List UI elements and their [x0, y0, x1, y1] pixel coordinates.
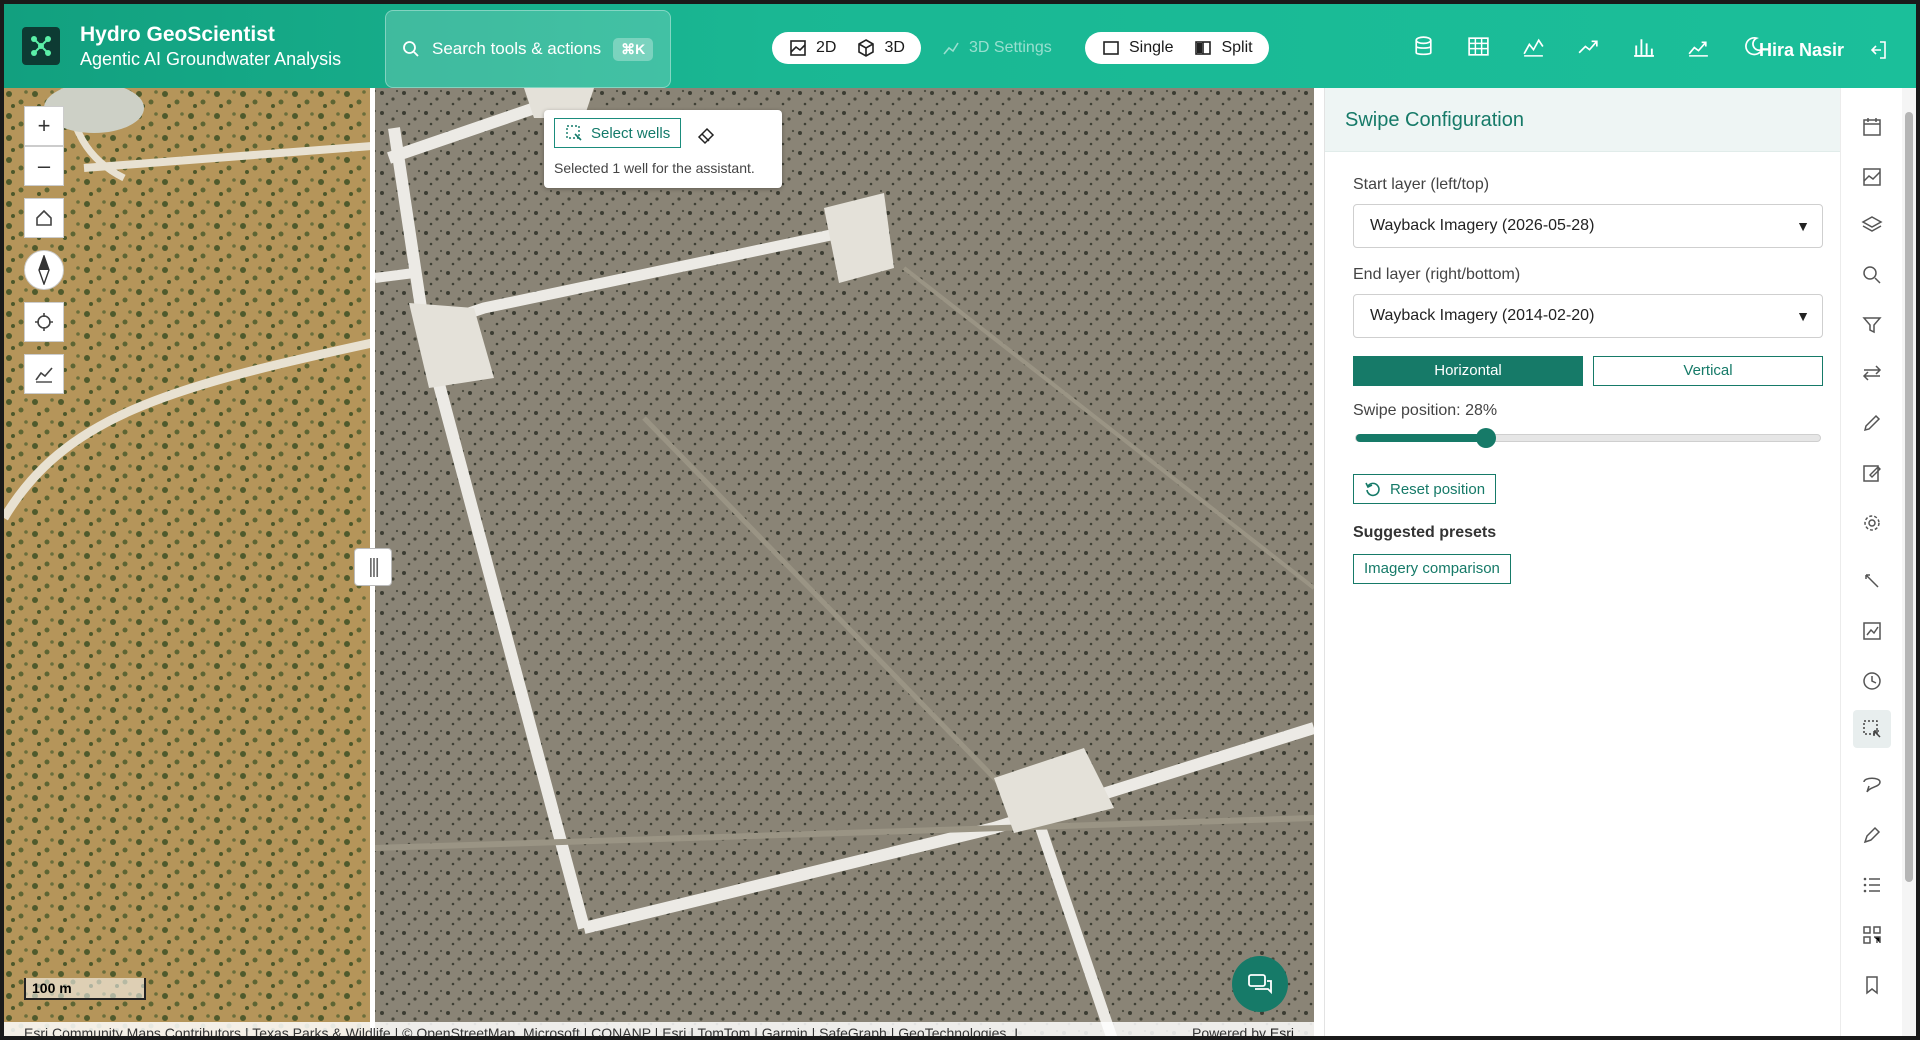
user-name[interactable]: Hira Nasir — [1759, 40, 1844, 61]
map-view[interactable]: ||| + – Select wells Selected 1 well for… — [4, 88, 1314, 1040]
presets-heading: Suggested presets — [1353, 524, 1497, 541]
layout-toggle: Single Split — [1085, 32, 1269, 64]
reset-icon — [1365, 482, 1380, 497]
measure-icon[interactable] — [1859, 568, 1885, 594]
cube-icon — [858, 39, 875, 57]
view-mode-toggle: 2D 3D — [772, 32, 921, 64]
start-layer-label: Start layer (left/top) — [1353, 176, 1490, 193]
compass-icon — [38, 255, 50, 285]
panel-title: Swipe Configuration — [1325, 88, 1840, 152]
panel-scrollbar[interactable] — [1902, 88, 1916, 1036]
settings-3d-button[interactable]: 3D Settings — [941, 32, 1052, 64]
chevron-down-icon: ▼ — [1796, 218, 1810, 234]
draw-icon[interactable] — [1859, 822, 1885, 848]
split-view-icon — [1195, 41, 1212, 55]
layout-split-button[interactable]: Split — [1183, 34, 1262, 62]
home-button[interactable] — [24, 198, 64, 238]
search-shortcut: ⌘K — [613, 37, 654, 61]
scrollbar-thumb[interactable] — [1905, 112, 1913, 882]
home-icon — [36, 209, 52, 226]
annotation-icon[interactable] — [1859, 772, 1885, 798]
search-placeholder: Search tools & actions — [432, 39, 602, 58]
vertical-orientation-button[interactable]: Vertical — [1593, 356, 1823, 386]
attribution-text: Esri Community Maps Contributors | Texas… — [24, 1025, 1030, 1040]
gear-icon[interactable] — [1859, 510, 1885, 536]
view-3d-button[interactable]: 3D — [846, 34, 914, 62]
filter-icon[interactable] — [1859, 312, 1885, 338]
scale-bar: 100 m — [24, 978, 146, 1000]
swipe-tool-icon[interactable] — [1859, 360, 1885, 386]
chart-panel-icon[interactable] — [1859, 618, 1885, 644]
selection-note: Selected 1 well for the assistant. — [554, 160, 755, 177]
app-logo-icon — [22, 27, 60, 65]
horizontal-orientation-button[interactable]: Horizontal — [1353, 356, 1583, 386]
logout-button[interactable] — [1866, 38, 1890, 67]
zoom-in-button[interactable]: + — [24, 106, 64, 146]
single-view-icon — [1103, 41, 1119, 55]
chat-icon — [1248, 974, 1272, 995]
slider-fill — [1356, 434, 1486, 442]
slider-thumb[interactable] — [1475, 428, 1496, 448]
settings-3d-icon — [943, 42, 959, 55]
database-icon[interactable] — [1411, 34, 1436, 59]
powered-by: Powered by Esri — [1192, 1025, 1294, 1040]
map-attribution: Esri Community Maps Contributors | Texas… — [4, 1022, 1314, 1040]
calendar-icon[interactable] — [1859, 114, 1885, 140]
search-icon — [403, 41, 419, 57]
search-box[interactable]: Search tools & actions ⌘K — [385, 10, 671, 88]
reset-position-button[interactable]: Reset position — [1353, 474, 1497, 504]
layers-icon[interactable] — [1859, 212, 1885, 238]
chevron-down-icon: ▼ — [1796, 308, 1810, 324]
swipe-position-label: Swipe position: 28% — [1353, 402, 1498, 419]
esri-link[interactable]: Esri — [1270, 1025, 1294, 1036]
select-wells-popup: Select wells Selected 1 well for the ass… — [544, 110, 782, 188]
qr-code-icon[interactable] — [1859, 922, 1885, 948]
select-wells-button[interactable]: Select wells — [554, 118, 682, 148]
swipe-position-slider[interactable] — [1355, 428, 1821, 448]
start-layer-select[interactable]: Wayback Imagery (2026-05-28) ▼ — [1353, 204, 1823, 248]
edit-note-icon[interactable] — [1859, 460, 1885, 486]
search-icon[interactable] — [1859, 262, 1885, 288]
app-title: Hydro GeoScientist — [80, 22, 275, 46]
map-2d-icon — [790, 40, 806, 56]
app-subtitle: Agentic AI Groundwater Analysis — [80, 48, 342, 69]
list-icon[interactable] — [1859, 872, 1885, 898]
swipe-handle[interactable]: ||| — [354, 548, 392, 586]
compass-button[interactable] — [24, 250, 64, 290]
zoom-out-button[interactable]: – — [24, 146, 64, 186]
header-tools — [1411, 34, 1766, 59]
map-layer-icon[interactable] — [1859, 164, 1885, 190]
top-header: Hydro GeoScientist Agentic AI Groundwate… — [4, 4, 1916, 88]
crosshair-icon — [35, 313, 53, 331]
marquee-select-icon — [566, 125, 582, 141]
bookmark-icon[interactable] — [1859, 972, 1885, 998]
brand-block: Hydro GeoScientist Agentic AI Groundwate… — [80, 22, 341, 71]
trend-icon[interactable] — [1576, 34, 1601, 59]
app-window: Hydro GeoScientist Agentic AI Groundwate… — [0, 0, 1920, 1040]
locate-button[interactable] — [24, 302, 64, 342]
profile-icon — [35, 367, 53, 383]
layout-single-button[interactable]: Single — [1091, 34, 1183, 62]
clock-icon[interactable] — [1859, 668, 1885, 694]
table-icon[interactable] — [1466, 34, 1491, 59]
forecast-icon[interactable] — [1686, 34, 1711, 59]
chat-assistant-button[interactable] — [1232, 956, 1288, 1012]
logout-icon — [1870, 41, 1886, 59]
satellite-imagery — [4, 88, 1314, 1036]
imagery-comparison-preset[interactable]: Imagery comparison — [1353, 554, 1511, 584]
pencil-icon[interactable] — [1859, 410, 1885, 436]
select-area-icon[interactable] — [1853, 710, 1891, 748]
eraser-icon[interactable] — [696, 125, 716, 150]
elevation-profile-button[interactable] — [24, 354, 64, 394]
tool-rail — [1840, 88, 1902, 1036]
view-2d-button[interactable]: 2D — [778, 34, 846, 62]
line-chart-icon[interactable] — [1521, 34, 1546, 59]
end-layer-label: End layer (right/bottom) — [1353, 266, 1521, 283]
swipe-config-panel: Swipe Configuration Start layer (left/to… — [1324, 88, 1840, 1036]
bar-chart-icon[interactable] — [1631, 34, 1656, 59]
end-layer-select[interactable]: Wayback Imagery (2014-02-20) ▼ — [1353, 294, 1823, 338]
